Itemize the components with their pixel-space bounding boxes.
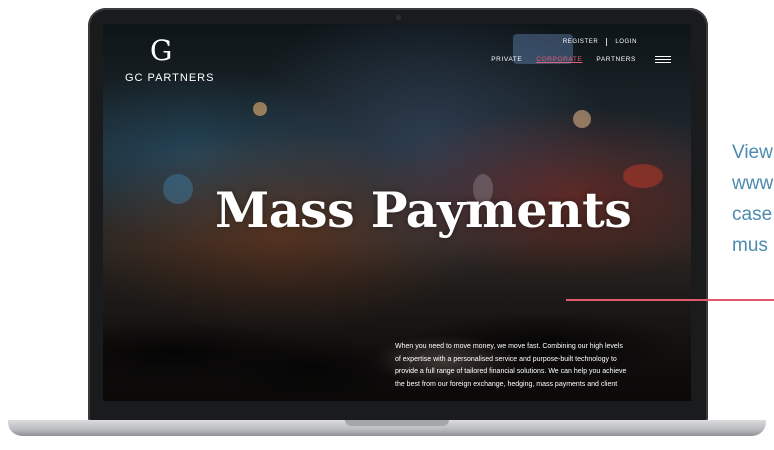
nav-corporate[interactable]: CORPORATE [536, 56, 582, 63]
annotation-text: View www case mus [732, 137, 774, 261]
annotation-line-1: View [732, 142, 773, 163]
annotation-line-2: www [732, 173, 774, 194]
nav-partners[interactable]: PARTNERS [596, 56, 636, 63]
laptop-notch [345, 420, 449, 426]
login-link[interactable]: LOGIN [615, 39, 637, 45]
annotation-line [566, 299, 774, 301]
hero-title: Mass Payments [215, 181, 632, 239]
camera-dot [396, 15, 401, 20]
account-links: REGISTER LOGIN [563, 38, 637, 46]
brand-name[interactable]: GC PARTNERS [125, 72, 214, 84]
link-divider [606, 38, 608, 46]
laptop-screen: G GC PARTNERS REGISTER LOGIN PRIVATE COR… [103, 24, 691, 401]
annotation-line-3: case [732, 204, 773, 225]
gc-logo-icon[interactable]: G [150, 36, 172, 66]
hero-description: When you need to move money, we move fas… [395, 343, 627, 388]
nav-private[interactable]: PRIVATE [491, 56, 522, 63]
annotation-line-4: mus [732, 235, 768, 256]
main-nav: PRIVATE CORPORATE PARTNERS [491, 56, 636, 63]
hamburger-menu-icon[interactable] [655, 56, 671, 64]
register-link[interactable]: REGISTER [563, 39, 598, 45]
